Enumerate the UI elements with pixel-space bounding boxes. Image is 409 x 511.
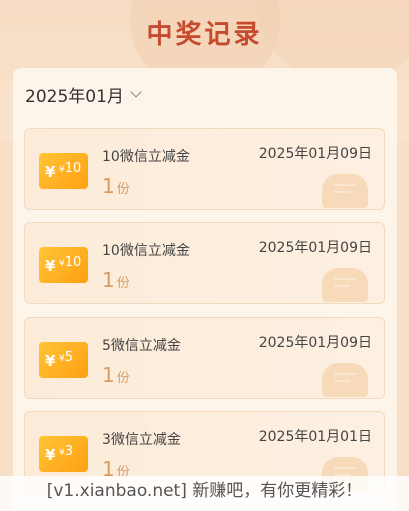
coupon-icon: ¥ ¥10 xyxy=(39,153,88,189)
coupon-icon: ¥ ¥5 xyxy=(39,342,88,378)
record-quantity: 1份 xyxy=(102,363,130,387)
coupon-amount: ¥10 xyxy=(59,255,82,270)
month-picker[interactable]: 2025年01月 xyxy=(25,82,142,107)
record-title: 10微信立减金 xyxy=(102,243,190,259)
coupon-icon: ¥ ¥3 xyxy=(39,436,88,472)
ticket-icon xyxy=(322,174,368,208)
coupon-amount: ¥5 xyxy=(59,350,74,365)
coupon-icon: ¥ ¥10 xyxy=(39,247,88,283)
page-title: 中奖记录 xyxy=(146,20,263,50)
yen-icon: ¥ xyxy=(45,257,56,275)
list-item[interactable]: ¥ ¥5 5微信立减金 2025年01月09日 1份 xyxy=(24,317,385,399)
list-item[interactable]: ¥ ¥10 10微信立减金 2025年01月09日 1份 xyxy=(24,128,385,210)
month-label: 2025年01月 xyxy=(25,87,124,107)
coupon-amount: ¥3 xyxy=(59,444,74,459)
list-item[interactable]: ¥ ¥10 10微信立减金 2025年01月09日 1份 xyxy=(24,222,385,304)
records-panel: 2025年01月 ¥ ¥10 10微信立减金 2025年01月09日 1份 ¥ … xyxy=(13,68,397,511)
record-quantity: 1份 xyxy=(102,268,130,292)
record-title: 5微信立减金 xyxy=(102,338,181,354)
record-date: 2025年01月09日 xyxy=(258,146,372,162)
ticket-icon xyxy=(322,268,368,302)
record-title: 10微信立减金 xyxy=(102,149,190,165)
record-date: 2025年01月09日 xyxy=(258,240,372,256)
yen-icon: ¥ xyxy=(45,163,56,181)
coupon-amount: ¥10 xyxy=(59,161,82,176)
record-date: 2025年01月09日 xyxy=(258,335,372,351)
ticket-icon xyxy=(322,363,368,397)
record-title: 3微信立减金 xyxy=(102,432,181,448)
yen-icon: ¥ xyxy=(45,446,56,464)
yen-icon: ¥ xyxy=(45,352,56,370)
record-date: 2025年01月01日 xyxy=(258,429,372,445)
watermark-banner: [v1.xianbao.net] 新赚吧，有你更精彩！ xyxy=(0,476,409,511)
record-quantity: 1份 xyxy=(102,174,130,198)
chevron-down-icon xyxy=(130,86,142,98)
